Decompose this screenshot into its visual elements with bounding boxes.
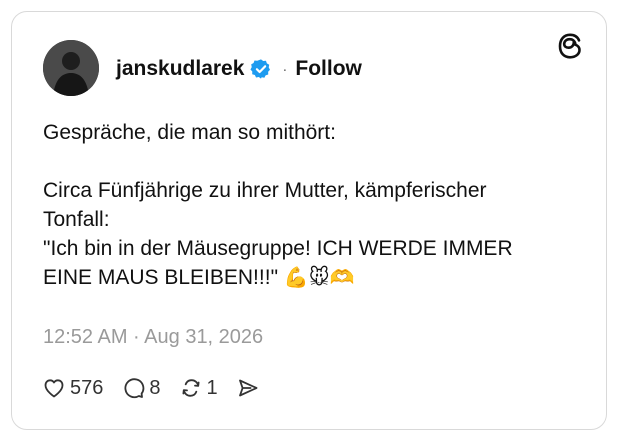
like-button[interactable]: 576 bbox=[42, 376, 103, 400]
post-text-line: Gespräche, die man so mithört: bbox=[43, 121, 336, 144]
like-count: 576 bbox=[70, 376, 104, 399]
username[interactable]: janskudlarek bbox=[116, 57, 244, 81]
heart-icon bbox=[44, 379, 64, 398]
post-text: Gespräche, die man so mithört: Circa Fün… bbox=[43, 118, 583, 292]
threads-logo-icon[interactable] bbox=[556, 32, 584, 60]
follow-button[interactable]: Follow bbox=[295, 57, 362, 81]
post-text-quote: EINE MAUS BLEIBEN!!!" bbox=[43, 266, 279, 289]
reply-button[interactable]: 8 bbox=[121, 376, 161, 400]
reply-count: 8 bbox=[149, 376, 161, 399]
share-icon bbox=[238, 379, 258, 397]
post-text-line: Tonfall: bbox=[43, 208, 110, 231]
post-text-line: Circa Fünfjährige zu ihrer Mutter, kämpf… bbox=[43, 179, 487, 202]
post-text-line: EINE MAUS BLEIBEN!!!" 💪🐭🫶 bbox=[43, 263, 583, 292]
separator-dot: · bbox=[282, 60, 288, 78]
action-bar: 576 8 1 bbox=[42, 376, 278, 400]
repost-button[interactable]: 1 bbox=[179, 376, 218, 400]
avatar[interactable] bbox=[43, 40, 99, 96]
post-header: janskudlarek · Follow bbox=[116, 55, 362, 83]
share-button[interactable] bbox=[236, 376, 260, 400]
post-text-line: "Ich bin in der Mäusegruppe! ICH WERDE I… bbox=[43, 237, 513, 260]
timestamp[interactable]: 12:52 AM · Aug 31, 2026 bbox=[43, 326, 263, 349]
comment-icon bbox=[124, 378, 145, 399]
repost-count: 1 bbox=[206, 376, 218, 399]
verified-badge-icon bbox=[250, 58, 272, 80]
emoji-group: 💪🐭🫶 bbox=[283, 265, 355, 289]
post-card: janskudlarek · Follow Gespräche, die man… bbox=[11, 11, 607, 430]
repost-icon bbox=[182, 379, 199, 397]
